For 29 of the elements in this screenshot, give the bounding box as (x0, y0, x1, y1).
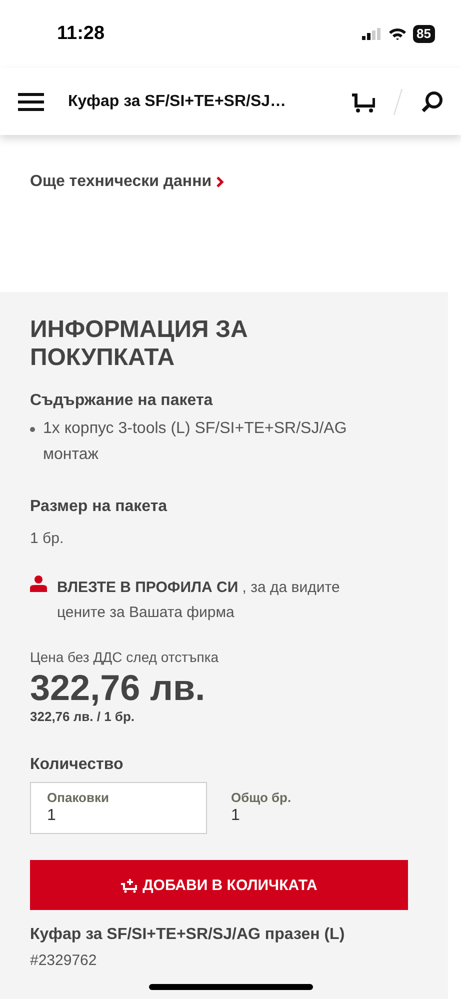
status-time: 11:28 (57, 23, 105, 45)
package-size-label: Размер на пакета (30, 498, 168, 516)
battery-level: 85 (412, 25, 435, 43)
search-icon[interactable] (421, 90, 443, 112)
add-to-cart-button[interactable]: ДОБАВИ В КОЛИЧКАТА (30, 860, 408, 910)
total-label: Общо бр. (231, 790, 292, 805)
package-contents-label: Съдържание на пакета (30, 392, 214, 410)
price: 322,76 лв. (30, 667, 206, 709)
product-sku: #2329762 (30, 952, 98, 969)
bullet-icon (30, 427, 35, 432)
product-name: Куфар за SF/SI+TE+SR/SJ/AG празен (L) (30, 926, 346, 944)
page-title: Куфар за SF/SI+TE+SR/SJ… (68, 92, 288, 110)
quantity-label: Количество (30, 756, 124, 774)
total-value: 1 (231, 807, 241, 825)
package-item: 1x корпус 3-tools (L) SF/SI+TE+SR/SJ/AG монтаж (43, 419, 348, 465)
unit-price: 322,76 лв. / 1 бр. (30, 709, 136, 724)
login-notice: ВЛЕЗТЕ В ПРОФИЛА СИ , за да видите цените за Вашата фирма (57, 578, 341, 623)
user-icon (30, 575, 47, 592)
cart-add-icon (120, 878, 137, 892)
signal-icon (362, 28, 382, 40)
cart-icon[interactable] (351, 90, 375, 112)
package-size-value: 1 бр. (30, 530, 65, 547)
packages-field[interactable]: Опаковки 1 (30, 782, 207, 834)
wifi-icon (388, 28, 406, 40)
more-tech-data-link[interactable]: Още технически данни (30, 173, 224, 191)
menu-icon[interactable] (18, 92, 44, 110)
price-label: Цена без ДДС след отстъпка (30, 649, 220, 665)
chevron-icon (216, 176, 224, 188)
section-title: ИНФОРМАЦИЯ ЗА ПОКУПКАТА (30, 316, 249, 372)
